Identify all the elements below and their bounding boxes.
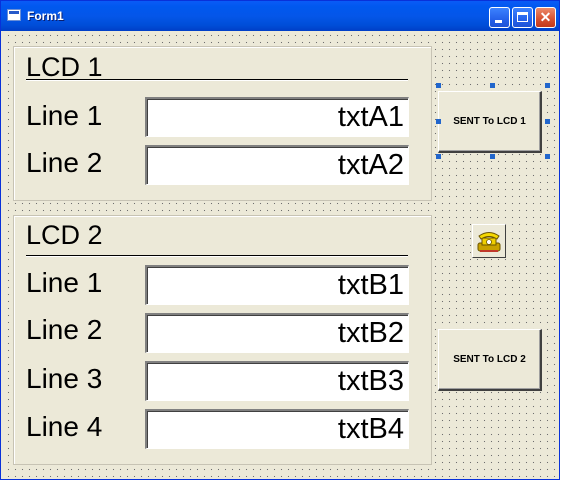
lcd1-line2-label: Line 2 — [26, 147, 103, 178]
lcd2-line4-label: Line 4 — [26, 411, 103, 442]
send-lcd2-button[interactable]: SENT To LCD 2 — [438, 329, 542, 391]
lcd2-line1-textbox — [145, 265, 409, 305]
lcd1-frame: LCD 1 Line 1 Line 2 — [13, 46, 432, 201]
maximize-button[interactable] — [512, 7, 533, 28]
selection-handle[interactable] — [545, 154, 550, 159]
selection-handle[interactable] — [436, 83, 441, 88]
maximize-icon — [517, 12, 528, 22]
selection-handle[interactable] — [490, 154, 495, 159]
txtB3-input[interactable] — [147, 363, 408, 400]
lcd2-line2-textbox — [145, 313, 409, 353]
lcd2-frame: LCD 2 Line 1 Line 2 Line 3 Line 4 — [13, 215, 432, 465]
lcd2-line4-textbox — [145, 409, 409, 449]
telephone-control[interactable] — [472, 224, 506, 258]
telephone-icon — [477, 232, 501, 252]
window-title: Form1 — [27, 9, 64, 23]
lcd1-divider — [26, 79, 408, 81]
lcd1-line2-textbox — [145, 145, 409, 185]
txtB1-input[interactable] — [147, 267, 408, 304]
txtB4-input[interactable] — [147, 411, 408, 448]
lcd2-divider — [26, 255, 408, 257]
selection-handle[interactable] — [490, 83, 495, 88]
lcd2-line3-label: Line 3 — [26, 363, 103, 394]
txtA1-input[interactable] — [147, 99, 408, 136]
close-icon: ✕ — [539, 9, 552, 25]
selection-handle[interactable] — [545, 83, 550, 88]
form-icon[interactable] — [7, 9, 21, 21]
title-bar[interactable]: Form1 ✕ — [1, 1, 559, 31]
form-window: Form1 ✕ LCD 1 Line 1 Line 2 LCD 2 Line 1 — [0, 0, 560, 480]
selection-handle[interactable] — [545, 119, 550, 124]
minimize-button[interactable] — [489, 7, 510, 28]
txtA2-input[interactable] — [147, 147, 408, 184]
close-button[interactable]: ✕ — [535, 7, 556, 28]
send-lcd1-label: SENT To LCD 1 — [453, 116, 526, 127]
selection-handle[interactable] — [436, 154, 441, 159]
form-designer-canvas[interactable]: LCD 1 Line 1 Line 2 LCD 2 Line 1 Line 2 — [4, 31, 556, 477]
send-lcd2-label: SENT To LCD 2 — [453, 354, 526, 365]
lcd1-title: LCD 1 — [26, 52, 103, 82]
lcd2-line1-label: Line 1 — [26, 267, 103, 298]
lcd2-line2-label: Line 2 — [26, 314, 103, 345]
lcd1-line1-textbox — [145, 97, 409, 137]
minimize-icon — [495, 20, 502, 23]
send-lcd1-button[interactable]: SENT To LCD 1 — [438, 91, 542, 153]
selection-handle[interactable] — [436, 119, 441, 124]
lcd2-line3-textbox — [145, 361, 409, 401]
lcd1-line1-label: Line 1 — [26, 100, 103, 131]
lcd2-title: LCD 2 — [26, 220, 103, 250]
txtB2-input[interactable] — [147, 315, 408, 352]
